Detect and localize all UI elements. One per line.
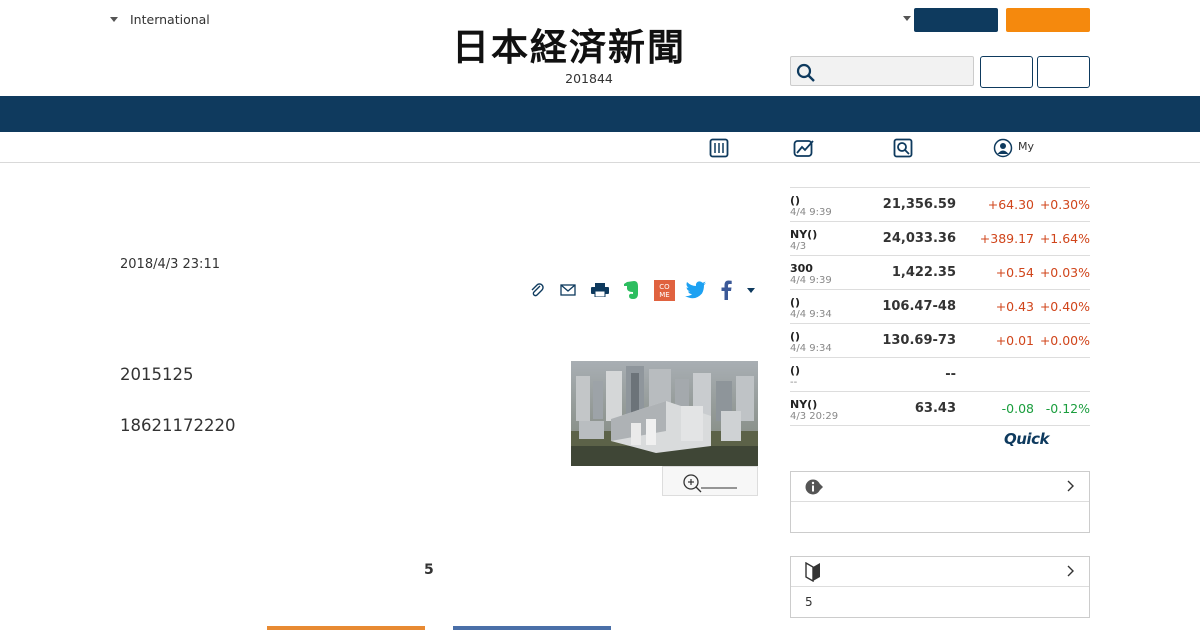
- clip-icon[interactable]: [526, 279, 548, 301]
- market-time: 4/3 20:29: [790, 411, 839, 422]
- market-percent: +0.40%: [1039, 299, 1090, 314]
- info-icon: [805, 479, 823, 495]
- market-percent: +0.03%: [1039, 265, 1090, 280]
- beginner-count: 5: [805, 595, 813, 609]
- info-box-header[interactable]: [791, 472, 1089, 502]
- edition-label: 201844: [565, 71, 613, 86]
- beginner-box: 5: [790, 556, 1090, 618]
- market-time: 4/4 9:39: [790, 275, 832, 286]
- chart-icon[interactable]: [793, 138, 815, 158]
- market-time: 4/3: [790, 241, 807, 252]
- newspaper-icon[interactable]: [709, 138, 729, 158]
- market-value: 130.69-73: [882, 333, 956, 348]
- market-percent: +0.30%: [1039, 197, 1090, 212]
- evernote-icon[interactable]: [621, 279, 643, 301]
- article-date: 2018/4/3 23:11: [120, 257, 220, 272]
- header-button-2[interactable]: [1037, 56, 1090, 88]
- svg-text:CO: CO: [659, 283, 670, 291]
- twitter-icon[interactable]: [684, 279, 708, 301]
- market-time: 4/4 9:34: [790, 343, 832, 354]
- market-name: (): [790, 364, 801, 377]
- orange-action-button[interactable]: [267, 626, 425, 630]
- print-icon[interactable]: [589, 279, 611, 301]
- zoom-in-icon: [683, 474, 737, 493]
- my-page-label[interactable]: My: [1018, 140, 1034, 153]
- info-box-body: [791, 502, 1089, 532]
- quick-logo[interactable]: Quick: [1004, 430, 1049, 448]
- market-percent: +0.00%: [1039, 333, 1090, 348]
- market-time: 4/4 9:34: [790, 309, 832, 320]
- market-row[interactable]: 300 4/4 9:39 1,422.35 +0.54 +0.03%: [790, 256, 1090, 290]
- region-selector[interactable]: International: [110, 12, 210, 27]
- search-icon: [796, 63, 815, 82]
- caret-down-icon: [110, 17, 118, 22]
- facebook-icon[interactable]: [716, 279, 736, 301]
- market-change: +389.17: [979, 231, 1034, 246]
- chevron-right-icon: [1067, 565, 1074, 577]
- beginner-box-body: 5: [791, 587, 1089, 617]
- svg-text:ME: ME: [659, 291, 669, 299]
- market-value: 24,033.36: [882, 231, 956, 246]
- comment-icon[interactable]: CO ME: [653, 279, 675, 301]
- caret-down-icon: [747, 287, 755, 293]
- market-change: -0.08: [1001, 401, 1034, 416]
- market-value: 21,356.59: [882, 197, 956, 212]
- market-time: --: [790, 377, 798, 388]
- login-button[interactable]: [914, 8, 998, 32]
- market-percent: -0.12%: [1045, 401, 1090, 416]
- site-logo[interactable]: 日本経済新聞: [452, 27, 686, 67]
- market-name: NY(): [790, 228, 818, 241]
- chevron-right-icon: [1067, 480, 1074, 492]
- blue-action-button[interactable]: [453, 626, 611, 630]
- market-name: NY(): [790, 398, 818, 411]
- market-time: 4/4 9:39: [790, 207, 832, 218]
- market-row[interactable]: () -- --: [790, 358, 1090, 392]
- market-change: +0.01: [995, 333, 1034, 348]
- market-value: 63.43: [914, 401, 956, 416]
- user-icon[interactable]: [993, 138, 1013, 158]
- market-value: --: [945, 367, 956, 382]
- beginner-mark-icon: [805, 562, 820, 582]
- article-paragraph: 18621172220: [120, 416, 236, 435]
- related-count: 5: [424, 562, 434, 578]
- market-name: 300: [790, 262, 813, 275]
- search-magnifier-icon[interactable]: [893, 138, 913, 158]
- article-paragraph: 2015125: [120, 365, 194, 384]
- market-row[interactable]: () 4/4 9:34 106.47-48 +0.43 +0.40%: [790, 290, 1090, 324]
- market-percent: +1.64%: [1039, 231, 1090, 246]
- info-box: [790, 471, 1090, 533]
- market-value: 1,422.35: [891, 265, 956, 280]
- caret-down-icon[interactable]: [903, 16, 911, 21]
- market-name: (): [790, 330, 801, 343]
- market-row[interactable]: NY() 4/3 20:29 63.43 -0.08 -0.12%: [790, 392, 1090, 426]
- market-change: +0.54: [995, 265, 1034, 280]
- subscribe-button[interactable]: [1006, 8, 1090, 32]
- market-row[interactable]: () 4/4 9:34 130.69-73 +0.01 +0.00%: [790, 324, 1090, 358]
- market-row[interactable]: () 4/4 9:39 21,356.59 +64.30 +0.30%: [790, 188, 1090, 222]
- beginner-box-header[interactable]: [791, 557, 1089, 587]
- market-value: 106.47-48: [882, 299, 956, 314]
- region-label: International: [130, 12, 210, 27]
- search-input[interactable]: [790, 56, 974, 86]
- main-navigation-bar[interactable]: [0, 96, 1200, 132]
- market-change: +0.43: [995, 299, 1034, 314]
- zoom-photo-button[interactable]: [662, 466, 758, 496]
- header-button-1[interactable]: [980, 56, 1033, 88]
- sub-navigation: My: [0, 132, 1200, 163]
- article-photo[interactable]: [571, 361, 758, 466]
- market-row[interactable]: NY() 4/3 24,033.36 +389.17 +1.64%: [790, 222, 1090, 256]
- market-name: (): [790, 296, 801, 309]
- more-share-dropdown[interactable]: [744, 279, 758, 301]
- market-name: (): [790, 194, 801, 207]
- market-change: +64.30: [987, 197, 1034, 212]
- mail-icon[interactable]: [557, 279, 579, 301]
- market-data-table: () 4/4 9:39 21,356.59 +64.30 +0.30% NY()…: [790, 187, 1090, 426]
